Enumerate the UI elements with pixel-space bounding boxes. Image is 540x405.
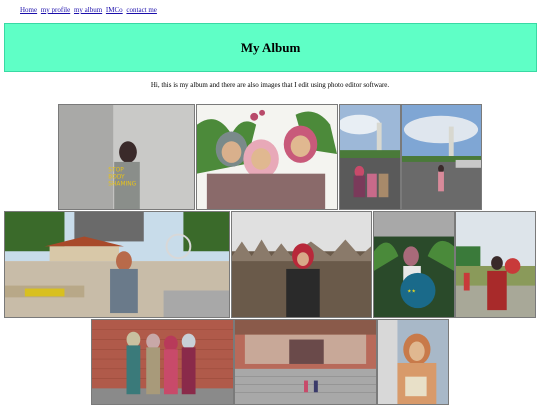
photo-tower-group[interactable] — [339, 104, 401, 210]
photo-building-stairs[interactable] — [234, 319, 377, 405]
nav-link-imco[interactable]: IMCo — [106, 6, 123, 14]
photo-book-portrait[interactable] — [377, 319, 449, 405]
photo-park-playground[interactable] — [4, 211, 230, 318]
photo-grass-field[interactable] — [231, 211, 372, 318]
header-banner: My Album — [4, 23, 537, 72]
svg-text:STOP: STOP — [108, 168, 124, 174]
photo-balloon-field[interactable] — [455, 211, 536, 318]
top-nav: Home my profile my album IMCo contact me — [20, 6, 159, 14]
photo-brick-wall-group[interactable] — [91, 319, 234, 405]
photo-wall-portrait[interactable]: STOP BODY SHAMING — [58, 104, 195, 210]
svg-text:SHAMING: SHAMING — [108, 181, 136, 187]
svg-text:BODY: BODY — [108, 175, 125, 181]
intro-text: Hi, this is my album and there are also … — [150, 81, 390, 89]
nav-link-my-profile[interactable]: my profile — [41, 6, 70, 14]
page-title: My Album — [240, 39, 301, 55]
nav-link-home[interactable]: Home — [20, 6, 37, 14]
svg-text:★★: ★★ — [407, 288, 416, 294]
nav-link-contact-me[interactable]: contact me — [126, 6, 157, 14]
photo-tower-road[interactable] — [401, 104, 482, 210]
photo-garden-sign[interactable]: ★★ — [373, 211, 455, 318]
nav-link-my-album[interactable]: my album — [74, 6, 102, 14]
photo-selfie-group[interactable] — [196, 104, 338, 210]
